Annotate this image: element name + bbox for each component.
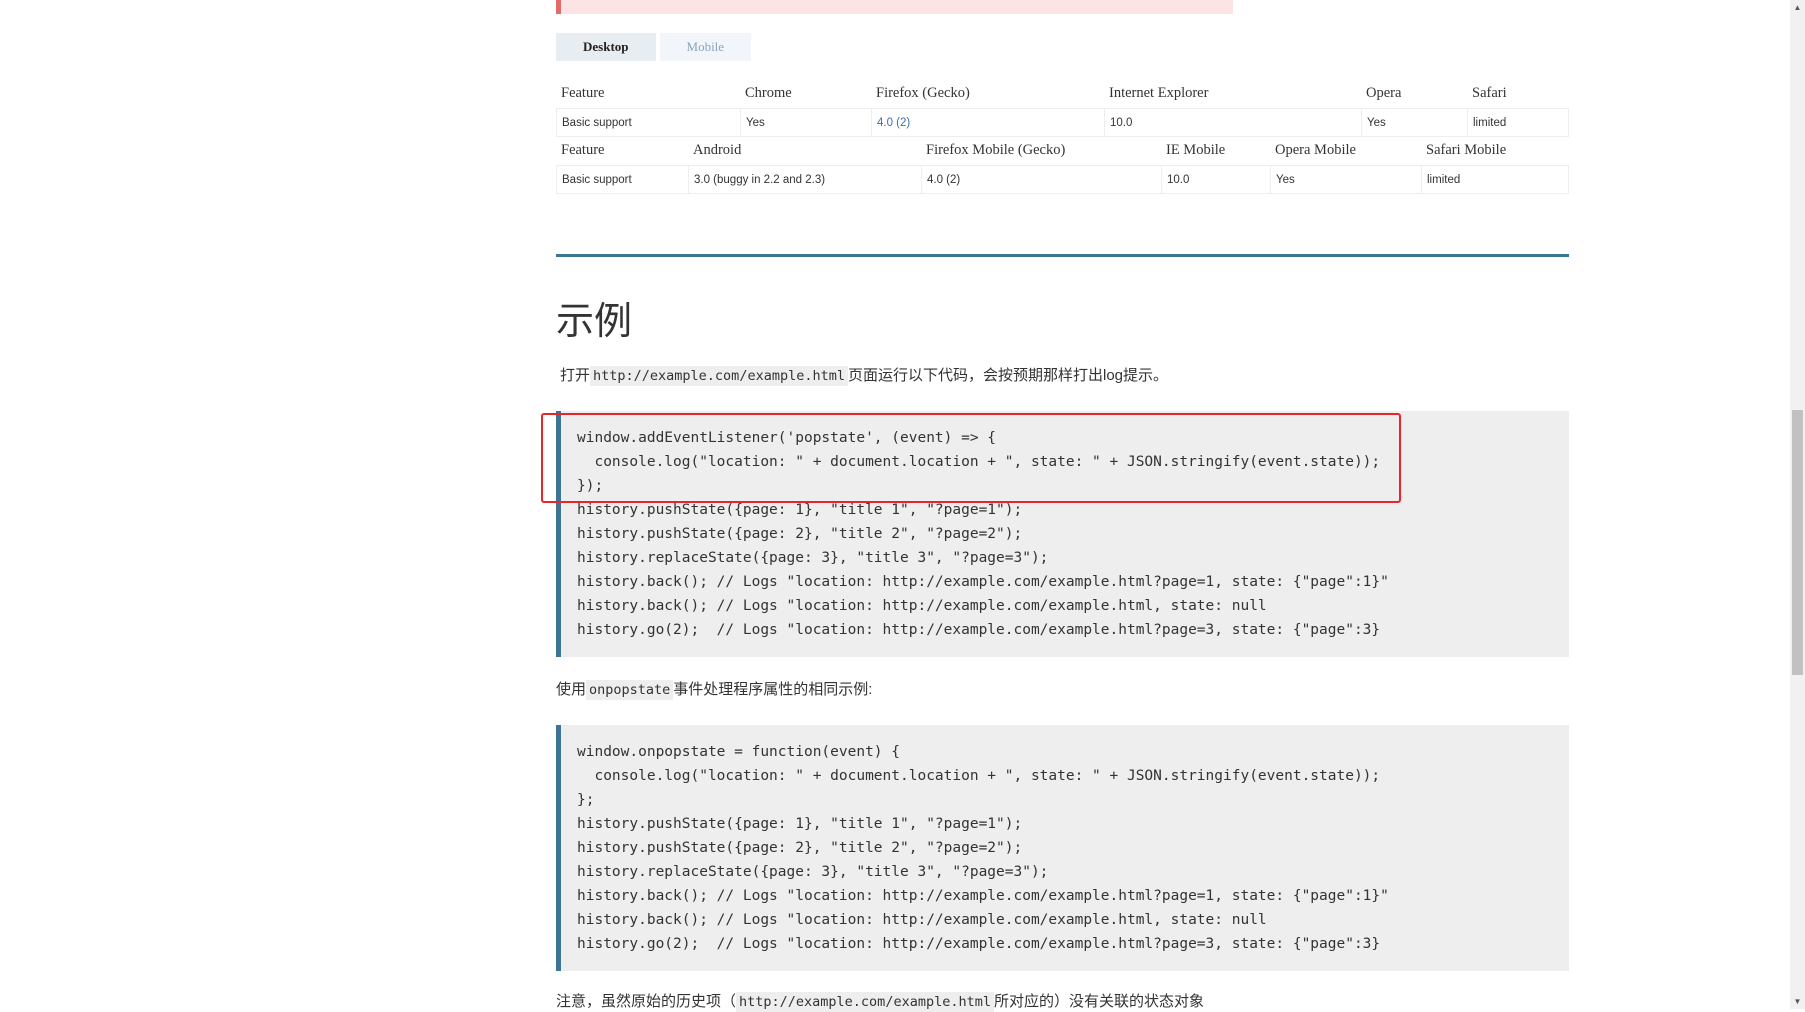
note-suffix: 所对应的）没有关联的状态对象 (993, 993, 1204, 1010)
code-line: console.log("location: " + document.loca… (577, 454, 1381, 470)
code-line: }; (577, 792, 595, 808)
table-cell: 3.0 (buggy in 2.2 and 2.3) (688, 165, 921, 194)
table-cell: 4.0 (2) (921, 165, 1161, 194)
code-line: window.addEventListener('popstate', (eve… (577, 430, 997, 446)
table-cell: Basic support (556, 108, 740, 137)
header-cell: Feature (561, 142, 605, 158)
code-line: history.pushState({page: 1}, "title 1", … (577, 502, 1023, 518)
table-header: Feature Chrome Firefox (Gecko) Internet … (556, 78, 1569, 108)
code-line: history.back(); // Logs "location: http:… (577, 912, 1267, 928)
table-cell: 10.0 (1104, 108, 1361, 137)
header-cell: Safari (1472, 85, 1507, 101)
onpopstate-suffix: 事件处理程序属性的相同示例: (673, 681, 873, 698)
header-cell: Opera (1366, 85, 1402, 101)
header-cell: Android (693, 142, 742, 158)
table-cell: Yes (1270, 165, 1421, 194)
code-block-addeventlistener: window.addEventListener('popstate', (eve… (556, 411, 1569, 657)
scrollbar-thumb[interactable] (1792, 410, 1803, 675)
header-cell: Safari Mobile (1426, 142, 1507, 158)
onpopstate-prefix: 使用 (556, 681, 587, 698)
header-cell: Feature (561, 85, 605, 101)
table-cell: 10.0 (1161, 165, 1270, 194)
code-block-onpopstate: window.onpopstate = function(event) { co… (556, 725, 1569, 971)
code-line: window.onpopstate = function(event) { (577, 744, 901, 760)
header-cell: Opera Mobile (1275, 142, 1356, 158)
table-cell: Basic support (556, 165, 688, 194)
note-code: http://example.com/example.html (736, 992, 994, 1012)
code-line: }); (577, 478, 604, 494)
note-prefix: 注意，虽然原始的历史项（ (556, 993, 737, 1010)
intro-paragraph: 打开 http://example.com/example.html 页面运行以下代… (560, 364, 1169, 386)
tab-desktop[interactable]: Desktop (556, 33, 656, 61)
compat-tabs: Desktop Mobile (556, 33, 752, 61)
table-row: Basic support Yes 4.0 (2) 10.0 Yes limit… (556, 108, 1569, 137)
intro-prefix: 打开 (560, 367, 591, 384)
table-header: Feature Android Firefox Mobile (Gecko) I… (556, 135, 1569, 165)
code-line: history.back(); // Logs "location: http:… (577, 574, 1389, 590)
header-cell: IE Mobile (1166, 142, 1226, 158)
header-cell: Firefox (Gecko) (876, 85, 970, 101)
code-line: history.pushState({page: 1}, "title 1", … (577, 816, 1023, 832)
code-line: history.go(2); // Logs "location: http:/… (577, 622, 1381, 638)
scroll-up-arrow-icon[interactable]: ▲ (1790, 0, 1805, 15)
code-line: history.pushState({page: 2}, "title 2", … (577, 526, 1023, 542)
version-link[interactable]: 4.0 (2) (871, 108, 1104, 137)
table-cell: limited (1467, 108, 1569, 137)
table-cell: limited (1421, 165, 1569, 194)
section-title: 示例 (556, 299, 633, 343)
header-cell: Chrome (745, 85, 792, 101)
table-cell: Yes (740, 108, 871, 137)
article-page: Desktop Mobile Feature Chrome Firefox (G… (0, 0, 1790, 1012)
code-line: history.back(); // Logs "location: http:… (577, 888, 1389, 904)
intro-middle: 页面运行以下代码， (847, 367, 983, 384)
header-cell: Firefox Mobile (Gecko) (926, 142, 1066, 158)
note-paragraph: 注意，虽然原始的历史项（ http://example.com/example.h… (556, 990, 1204, 1012)
vertical-scrollbar[interactable]: ▲ ▼ (1790, 0, 1805, 1009)
intro-code: http://example.com/example.html (590, 366, 848, 386)
section-divider (556, 254, 1569, 257)
code-line: history.replaceState({page: 3}, "title 3… (577, 550, 1049, 566)
onpopstate-code: onpopstate (586, 680, 674, 700)
desktop-compat-table: Feature Chrome Firefox (Gecko) Internet … (556, 78, 1569, 137)
code-line: history.replaceState({page: 3}, "title 3… (577, 864, 1049, 880)
intro-suffix: 会按预期那样打出log提示。 (983, 367, 1169, 384)
tab-mobile[interactable]: Mobile (659, 33, 752, 61)
code-line: history.back(); // Logs "location: http:… (577, 598, 1267, 614)
scroll-down-arrow-icon[interactable]: ▼ (1790, 994, 1805, 1009)
warning-note-bar (556, 0, 1233, 14)
mobile-compat-table: Feature Android Firefox Mobile (Gecko) I… (556, 135, 1569, 194)
header-cell: Internet Explorer (1109, 85, 1209, 101)
table-cell: Yes (1361, 108, 1467, 137)
code-line: history.pushState({page: 2}, "title 2", … (577, 840, 1023, 856)
code-line: history.go(2); // Logs "location: http:/… (577, 936, 1381, 952)
table-row: Basic support 3.0 (buggy in 2.2 and 2.3)… (556, 165, 1569, 194)
code-line: console.log("location: " + document.loca… (577, 768, 1381, 784)
onpopstate-paragraph: 使用 onpopstate 事件处理程序属性的相同示例: (556, 678, 873, 700)
